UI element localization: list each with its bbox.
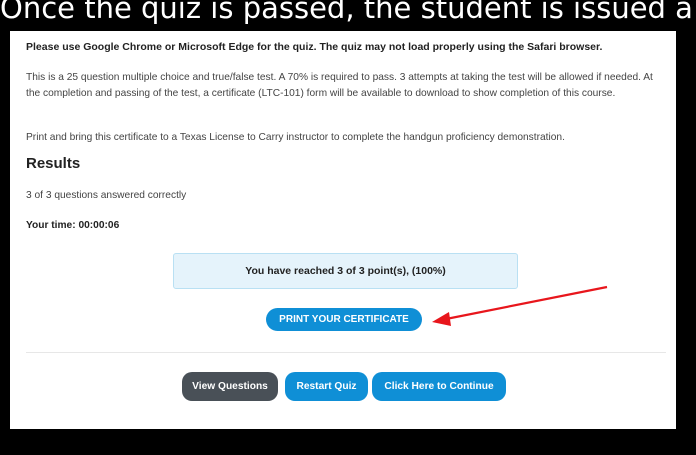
answered-count: 3 of 3 questions answered correctly <box>26 190 187 201</box>
divider <box>26 352 666 353</box>
restart-quiz-button[interactable]: Restart Quiz <box>285 372 368 401</box>
score-text: You have reached 3 of 3 point(s), (100%) <box>245 265 446 277</box>
browser-notice: Please use Google Chrome or Microsoft Ed… <box>26 41 603 53</box>
view-questions-button[interactable]: View Questions <box>182 372 278 401</box>
quiz-results-panel: Please use Google Chrome or Microsoft Ed… <box>10 31 676 429</box>
results-heading: Results <box>26 155 81 172</box>
score-box: You have reached 3 of 3 point(s), (100%) <box>173 253 518 289</box>
quiz-time: Your time: 00:00:06 <box>26 220 120 231</box>
continue-button[interactable]: Click Here to Continue <box>372 372 506 401</box>
print-certificate-button[interactable]: PRINT YOUR CERTIFICATE <box>266 308 422 331</box>
certificate-instruction: Print and bring this certificate to a Te… <box>26 132 565 143</box>
screenshot-caption: Once the quiz is passed, the student is … <box>0 0 696 25</box>
quiz-description: This is a 25 question multiple choice an… <box>26 72 653 99</box>
